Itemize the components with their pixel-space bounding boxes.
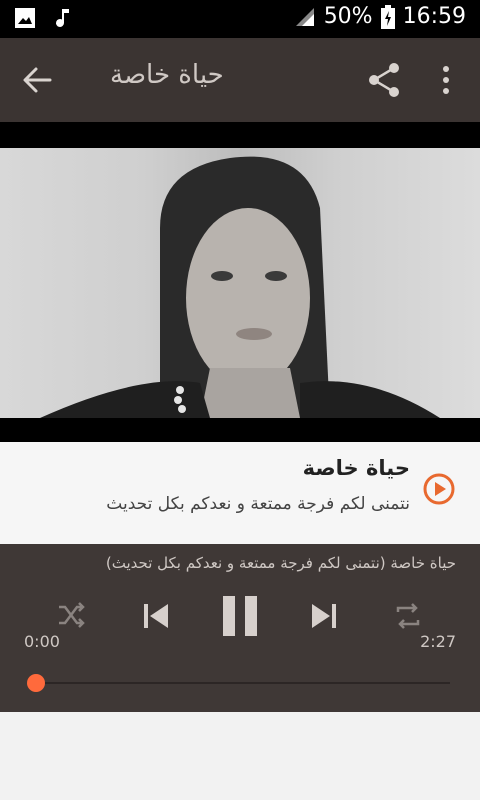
seek-bar[interactable]: [36, 682, 450, 684]
clock: 16:59: [402, 4, 466, 29]
pause-icon[interactable]: [220, 594, 260, 638]
next-icon[interactable]: [308, 600, 340, 632]
empty-area: [0, 712, 480, 800]
media-player: حياة خاصة (نتمنى لكم فرجة ممتعة و نعدكم …: [0, 544, 480, 712]
elapsed-time: 0:00: [24, 632, 60, 651]
back-arrow-icon[interactable]: [18, 60, 58, 100]
share-icon[interactable]: [366, 60, 402, 100]
video-frame: [0, 148, 480, 418]
music-note-icon: [56, 9, 69, 27]
previous-icon[interactable]: [140, 600, 172, 632]
battery-charging-icon: [380, 4, 395, 29]
track-subtitle: نتمنى لكم فرجة ممتعة و نعدكم بكل تحديث: [106, 494, 410, 514]
repeat-icon[interactable]: [392, 600, 424, 632]
battery-percent: 50%: [323, 4, 373, 29]
play-circle-icon[interactable]: [422, 472, 456, 506]
total-duration: 2:27: [420, 632, 456, 651]
now-playing-text: حياة خاصة (نتمنى لكم فرجة ممتعة و نعدكم …: [105, 554, 456, 572]
video-still-image: [40, 156, 440, 418]
track-card[interactable]: حياة خاصة نتمنى لكم فرجة ممتعة و نعدكم ب…: [0, 442, 480, 544]
shuffle-icon[interactable]: [56, 600, 86, 630]
track-title: حياة خاصة: [302, 456, 410, 480]
page-title: حياة خاصة: [110, 60, 224, 90]
status-bar: 50% 16:59: [0, 0, 480, 38]
seek-thumb[interactable]: [27, 674, 45, 692]
signal-icon: [295, 7, 314, 26]
image-icon: [15, 8, 35, 28]
more-vert-icon[interactable]: [436, 60, 456, 100]
app-bar: حياة خاصة: [0, 38, 480, 122]
video-player[interactable]: [0, 122, 480, 442]
